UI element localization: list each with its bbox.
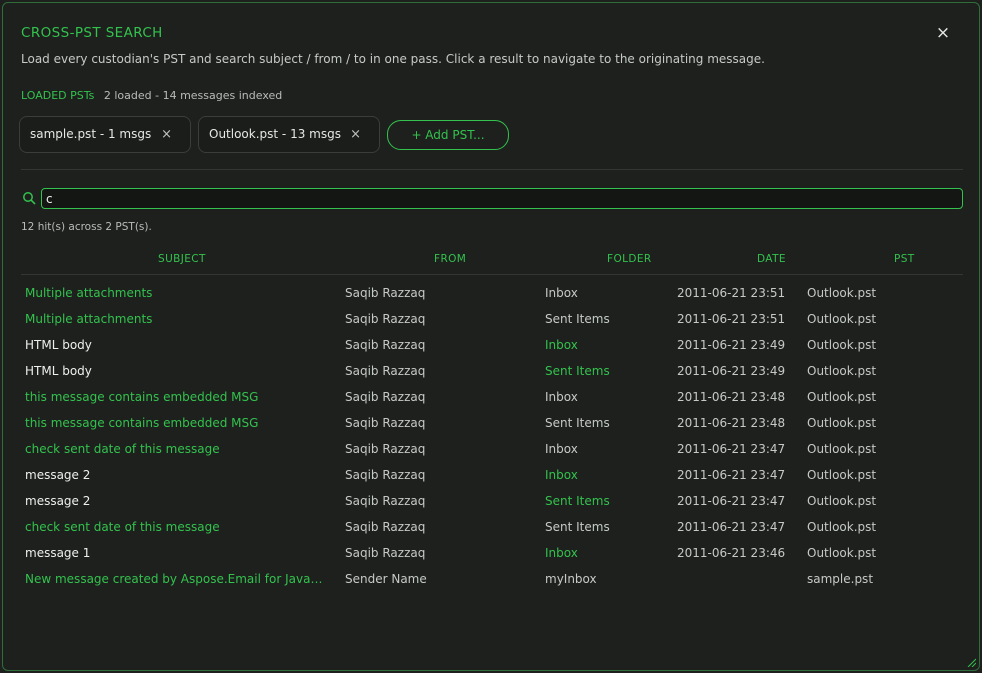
column-header-subject[interactable]: SUBJECT — [158, 253, 206, 265]
table-row[interactable]: HTML body Saqib Razzaq Inbox 2011-06-21 … — [21, 332, 963, 358]
cell-folder: Sent Items — [545, 364, 610, 378]
table-row[interactable]: message 1 Saqib Razzaq Inbox 2011-06-21 … — [21, 540, 963, 566]
cell-subject: check sent date of this message — [25, 442, 220, 456]
cell-subject: message 2 — [25, 494, 91, 508]
cell-pst: Outlook.pst — [807, 312, 877, 326]
cell-subject: check sent date of this message — [25, 520, 220, 534]
table-row[interactable]: Multiple attachments Saqib Razzaq Inbox … — [21, 280, 963, 306]
table-row[interactable]: this message contains embedded MSG Saqib… — [21, 384, 963, 410]
table-row[interactable]: this message contains embedded MSG Saqib… — [21, 410, 963, 436]
cell-pst: Outlook.pst — [807, 546, 877, 560]
cell-folder: Inbox — [545, 442, 578, 456]
cell-pst: Outlook.pst — [807, 286, 877, 300]
results-table: Multiple attachments Saqib Razzaq Inbox … — [21, 280, 963, 592]
column-header-pst[interactable]: PST — [894, 253, 915, 265]
cross-pst-search-dialog: CROSS-PST SEARCH × Load every custodian'… — [2, 2, 980, 671]
table-row[interactable]: New message created by Aspose.Email for … — [21, 566, 963, 592]
cell-folder: Inbox — [545, 338, 578, 352]
cell-subject: New message created by Aspose.Email for … — [25, 572, 327, 586]
cell-date: 2011-06-21 23:49 — [677, 364, 786, 378]
cell-pst: Outlook.pst — [807, 468, 877, 482]
cell-from: Saqib Razzaq — [345, 546, 426, 560]
cell-subject: HTML body — [25, 338, 92, 352]
cell-subject: this message contains embedded MSG — [25, 390, 259, 404]
table-row[interactable]: HTML body Saqib Razzaq Sent Items 2011-0… — [21, 358, 963, 384]
hit-count: 12 hit(s) across 2 PST(s). — [21, 221, 152, 233]
cell-date: 2011-06-21 23:49 — [677, 338, 786, 352]
cell-folder: Inbox — [545, 546, 578, 560]
cell-subject: Multiple attachments — [25, 312, 153, 326]
cell-pst: Outlook.pst — [807, 364, 877, 378]
table-row[interactable]: check sent date of this message Saqib Ra… — [21, 514, 963, 540]
cell-pst: sample.pst — [807, 572, 874, 586]
cell-date: 2011-06-21 23:47 — [677, 494, 786, 508]
dialog-description: Load every custodian's PST and search su… — [21, 52, 765, 66]
close-icon[interactable]: × — [933, 23, 953, 43]
cell-folder: Sent Items — [545, 416, 610, 430]
cell-folder: Inbox — [545, 468, 578, 482]
cell-from: Saqib Razzaq — [345, 390, 426, 404]
cell-from: Saqib Razzaq — [345, 468, 426, 482]
cell-folder: myInbox — [545, 572, 597, 586]
pst-chip-sample[interactable]: sample.pst - 1 msgs × — [19, 116, 191, 153]
cell-subject: this message contains embedded MSG — [25, 416, 259, 430]
cell-date: 2011-06-21 23:48 — [677, 416, 786, 430]
cell-subject: message 1 — [25, 546, 91, 560]
cell-subject: HTML body — [25, 364, 92, 378]
table-row[interactable]: message 2 Saqib Razzaq Sent Items 2011-0… — [21, 488, 963, 514]
cell-subject: message 2 — [25, 468, 91, 482]
table-row[interactable]: check sent date of this message Saqib Ra… — [21, 436, 963, 462]
cell-from: Saqib Razzaq — [345, 442, 426, 456]
cell-pst: Outlook.pst — [807, 390, 877, 404]
dialog-title: CROSS-PST SEARCH — [21, 25, 163, 41]
remove-pst-icon[interactable]: × — [350, 117, 361, 152]
cell-date: 2011-06-21 23:48 — [677, 390, 786, 404]
cell-from: Saqib Razzaq — [345, 338, 426, 352]
cell-from: Saqib Razzaq — [345, 416, 426, 430]
loaded-psts-label: LOADED PSTs — [21, 89, 95, 102]
cell-date: 2011-06-21 23:47 — [677, 520, 786, 534]
cell-folder: Sent Items — [545, 312, 610, 326]
column-header-date[interactable]: DATE — [757, 253, 786, 265]
pst-chip-label: sample.pst - 1 msgs — [30, 127, 152, 141]
cell-folder: Sent Items — [545, 520, 610, 534]
loaded-psts-stats: 2 loaded - 14 messages indexed — [103, 89, 283, 102]
cell-pst: Outlook.pst — [807, 494, 877, 508]
table-row[interactable]: Multiple attachments Saqib Razzaq Sent I… — [21, 306, 963, 332]
cell-from: Sender Name — [345, 572, 427, 586]
cell-date: 2011-06-21 23:51 — [677, 312, 786, 326]
cell-date: 2011-06-21 23:47 — [677, 468, 786, 482]
cell-folder: Inbox — [545, 286, 578, 300]
cell-folder: Sent Items — [545, 494, 610, 508]
search-icon — [23, 192, 36, 205]
cell-from: Saqib Razzaq — [345, 364, 426, 378]
pst-chip-outlook[interactable]: Outlook.pst - 13 msgs × — [198, 116, 380, 153]
divider — [21, 169, 963, 170]
cell-from: Saqib Razzaq — [345, 520, 426, 534]
cell-date: 2011-06-21 23:51 — [677, 286, 786, 300]
cell-date: 2011-06-21 23:47 — [677, 442, 786, 456]
loaded-psts-summary: LOADED PSTs 2 loaded - 14 messages index… — [21, 89, 282, 102]
table-row[interactable]: message 2 Saqib Razzaq Inbox 2011-06-21 … — [21, 462, 963, 488]
cell-date: 2011-06-21 23:46 — [677, 546, 786, 560]
cell-from: Saqib Razzaq — [345, 312, 426, 326]
column-header-folder[interactable]: FOLDER — [607, 253, 652, 265]
pst-chip-label: Outlook.pst - 13 msgs — [209, 127, 341, 141]
column-header-from[interactable]: FROM — [434, 253, 466, 265]
cell-pst: Outlook.pst — [807, 338, 877, 352]
cell-from: Saqib Razzaq — [345, 286, 426, 300]
cell-pst: Outlook.pst — [807, 442, 877, 456]
cell-subject: Multiple attachments — [25, 286, 153, 300]
cell-pst: Outlook.pst — [807, 416, 877, 430]
results-table-header: SUBJECT FROM FOLDER DATE PST — [21, 253, 963, 275]
resize-grip-icon[interactable] — [966, 657, 976, 667]
add-pst-button[interactable]: + Add PST... — [387, 120, 509, 150]
cell-pst: Outlook.pst — [807, 520, 877, 534]
cell-from: Saqib Razzaq — [345, 494, 426, 508]
remove-pst-icon[interactable]: × — [161, 117, 172, 152]
search-input[interactable] — [41, 188, 963, 209]
cell-folder: Inbox — [545, 390, 578, 404]
